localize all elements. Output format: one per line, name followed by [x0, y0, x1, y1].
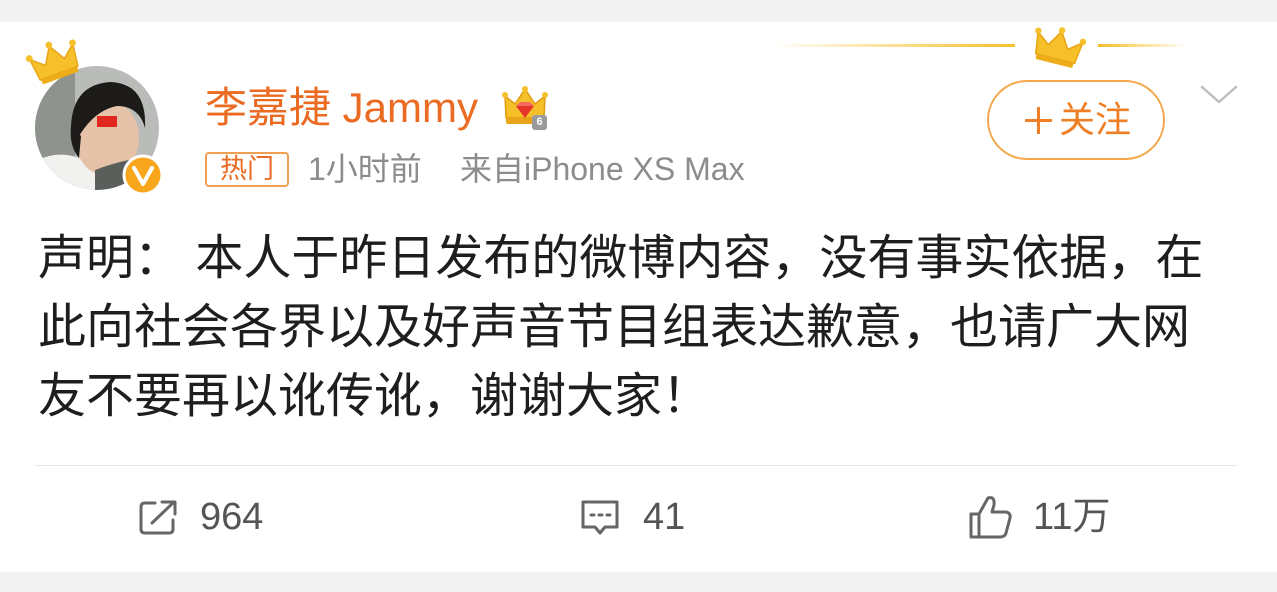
action-bar-divider	[35, 465, 1237, 466]
weibo-post-card: 李嘉捷 Jammy 6 热门 1小时前 来自iPhone XS Max 关注 声…	[0, 22, 1277, 572]
follow-button[interactable]: 关注	[987, 80, 1165, 160]
follow-label: 关注	[1059, 99, 1132, 140]
comment-count[interactable]: 41	[643, 497, 685, 537]
chevron-down-icon[interactable]	[1200, 85, 1238, 105]
post-text-line: 此向社会各界以及好声音节目组表达歉意，也请广大网	[38, 301, 1191, 354]
post-time: 1小时前	[308, 151, 422, 187]
verified-v-icon	[122, 154, 164, 196]
author-name[interactable]: 李嘉捷 Jammy	[205, 83, 478, 133]
share-icon[interactable]	[138, 499, 178, 536]
crown-icon	[25, 36, 84, 86]
repost-count[interactable]: 964	[200, 497, 263, 537]
crown-icon	[1030, 23, 1087, 69]
member-level-label: 6	[532, 115, 547, 130]
post-text: 声明： 本人于昨日发布的微博内容，没有事实依据，在 此向社会各界以及好声音节目组…	[38, 224, 1203, 431]
plus-icon	[1025, 107, 1052, 134]
header-decoration-line-right	[1098, 44, 1188, 47]
vip-crown-badge-icon[interactable]: 6	[502, 84, 548, 132]
comment-icon[interactable]	[579, 499, 621, 537]
like-icon[interactable]	[967, 493, 1013, 541]
header-decoration-line-left	[770, 44, 1015, 47]
post-source: 来自iPhone XS Max	[460, 151, 745, 187]
post-text-line: 友不要再以讹传讹，谢谢大家！	[38, 370, 711, 423]
like-count[interactable]: 11万	[1033, 497, 1110, 537]
hot-tag-badge[interactable]: 热门	[205, 152, 289, 187]
post-text-line: 声明： 本人于昨日发布的微博内容，没有事实依据，在	[38, 232, 1204, 285]
